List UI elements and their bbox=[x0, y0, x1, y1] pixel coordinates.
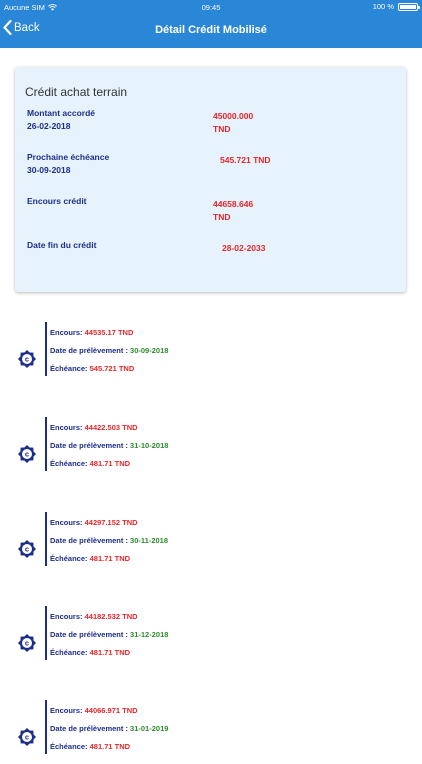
next-due-label: Prochaine échéance 30-09-2018 bbox=[27, 151, 109, 177]
echeance-value: 481.71 TND bbox=[89, 554, 131, 563]
encours-value: 44182.532 TND bbox=[84, 612, 138, 621]
date-row: Date de prélèvement : 31-01-2019 bbox=[50, 724, 168, 733]
credit-badge-icon: c bbox=[18, 728, 36, 746]
amount-granted-value: 45000.000 TND bbox=[213, 110, 253, 136]
date-row: Date de prélèvement : 30-11-2018 bbox=[50, 536, 168, 545]
end-date-label: Date fin du crédit bbox=[27, 239, 96, 252]
encours-value: 44066.971 TND bbox=[84, 706, 138, 715]
echeance-label: Échéance: bbox=[50, 554, 88, 563]
timeline-item[interactable]: c Encours: 44535.17 TND Date de prélèvemen… bbox=[0, 322, 422, 386]
date-value: 30-11-2018 bbox=[130, 536, 168, 545]
date-label: Date de prélèvement : bbox=[50, 630, 128, 639]
amount-granted-date: 26-02-2018 bbox=[27, 121, 71, 131]
echeance-label: Échéance: bbox=[50, 364, 88, 373]
encours-row: Encours: 44422.503 TND bbox=[50, 423, 138, 432]
echeance-label: Échéance: bbox=[50, 648, 88, 657]
echeance-row: Échéance: 481.71 TND bbox=[50, 648, 130, 657]
navigation-bar: Back Détail Crédit Mobilisé bbox=[0, 14, 422, 48]
end-date-text: Date fin du crédit bbox=[27, 240, 97, 250]
timeline-item[interactable]: c Encours: 44182.532 TND Date de prélèveme… bbox=[0, 606, 422, 670]
amount-granted-text: Montant accordé bbox=[27, 108, 96, 118]
outstanding-value: 44658.646 TND bbox=[213, 198, 253, 224]
encours-label: Encours: bbox=[50, 706, 83, 715]
credit-badge-icon: c bbox=[18, 540, 36, 558]
echeance-row: Échéance: 481.71 TND bbox=[50, 554, 130, 563]
credit-badge-icon: c bbox=[18, 634, 36, 652]
timeline-line bbox=[45, 417, 47, 471]
svg-text:c: c bbox=[25, 355, 29, 364]
timeline-item[interactable]: c Encours: 44066.971 TND Date de prélèveme… bbox=[0, 700, 422, 764]
status-time: 09:45 bbox=[201, 3, 221, 12]
amount-granted-label: Montant accordé 26-02-2018 bbox=[27, 107, 95, 133]
echeance-value: 481.71 TND bbox=[89, 459, 131, 468]
encours-row: Encours: 44182.532 TND bbox=[50, 612, 138, 621]
end-date-date: 28-02-2033 bbox=[222, 243, 266, 253]
end-date-value: 28-02-2033 bbox=[222, 242, 265, 255]
timeline-item[interactable]: c Encours: 44422.503 TND Date de prélèveme… bbox=[0, 417, 422, 481]
encours-row: Encours: 44066.971 TND bbox=[50, 706, 138, 715]
echeance-row: Échéance: 481.71 TND bbox=[50, 459, 130, 468]
svg-text:c: c bbox=[25, 450, 29, 459]
echeance-label: Échéance: bbox=[50, 459, 88, 468]
encours-row: Encours: 44297.152 TND bbox=[50, 518, 138, 527]
date-label: Date de prélèvement : bbox=[50, 346, 128, 355]
timeline-line bbox=[45, 700, 47, 754]
svg-text:c: c bbox=[25, 639, 29, 648]
credit-badge-icon: c bbox=[18, 445, 36, 463]
next-due-amount: 545.721 TND bbox=[220, 155, 271, 165]
timeline-line bbox=[45, 606, 47, 660]
date-row: Date de prélèvement : 31-12-2018 bbox=[50, 630, 168, 639]
battery-group: 100 % bbox=[372, 2, 420, 11]
encours-value: 44297.152 TND bbox=[84, 518, 138, 527]
outstanding-number: 44658.646 bbox=[213, 199, 254, 209]
encours-value: 44535.17 TND bbox=[84, 328, 134, 337]
battery-label: 100 % bbox=[372, 2, 394, 11]
status-bar: Aucune SIM 09:45 100 % bbox=[0, 0, 422, 14]
timeline-item[interactable]: c Encours: 44297.152 TND Date de prélèveme… bbox=[0, 512, 422, 576]
credit-title: Crédit achat terrain bbox=[25, 85, 128, 99]
credit-badge-icon: c bbox=[18, 350, 36, 368]
timeline-line bbox=[45, 322, 47, 376]
encours-label: Encours: bbox=[50, 423, 83, 432]
date-label: Date de prélèvement : bbox=[50, 441, 128, 450]
battery-icon bbox=[398, 2, 420, 11]
date-row: Date de prélèvement : 30-09-2018 bbox=[50, 346, 168, 355]
echeance-value: 545.721 TND bbox=[89, 364, 135, 373]
encours-row: Encours: 44535.17 TND bbox=[50, 328, 133, 337]
encours-label: Encours: bbox=[50, 518, 83, 527]
page-title: Détail Crédit Mobilisé bbox=[155, 24, 267, 36]
date-value: 31-12-2018 bbox=[130, 630, 169, 639]
date-value: 31-10-2018 bbox=[130, 441, 169, 450]
echeance-row: Échéance: 545.721 TND bbox=[50, 364, 134, 373]
next-due-date: 30-09-2018 bbox=[27, 165, 71, 175]
echeance-value: 481.71 TND bbox=[89, 648, 131, 657]
date-row: Date de prélèvement : 31-10-2018 bbox=[50, 441, 168, 450]
encours-value: 44422.503 TND bbox=[84, 423, 138, 432]
date-label: Date de prélèvement : bbox=[50, 536, 128, 545]
date-value: 30-09-2018 bbox=[130, 346, 169, 355]
credit-summary-card: Crédit achat terrain Montant accordé 26-… bbox=[15, 67, 406, 292]
amount-granted-number: 45000.000 bbox=[213, 111, 254, 121]
outstanding-text: Encours crédit bbox=[27, 196, 87, 206]
date-value: 31-01-2019 bbox=[130, 724, 169, 733]
date-label: Date de prélèvement : bbox=[50, 724, 128, 733]
next-due-text: Prochaine échéance bbox=[27, 152, 110, 162]
outstanding-label: Encours crédit bbox=[27, 195, 87, 208]
amount-granted-currency: TND bbox=[213, 124, 231, 134]
next-due-value: 545.721 TND bbox=[220, 154, 271, 167]
timeline-line bbox=[45, 512, 47, 566]
encours-label: Encours: bbox=[50, 612, 83, 621]
encours-label: Encours: bbox=[50, 328, 83, 337]
svg-text:c: c bbox=[25, 733, 29, 742]
outstanding-currency: TND bbox=[213, 212, 231, 222]
svg-text:c: c bbox=[25, 545, 29, 554]
